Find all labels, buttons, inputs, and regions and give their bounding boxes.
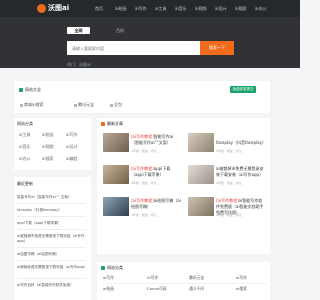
- category-link[interactable]: ai视频: [42, 144, 54, 150]
- sites-card: 网站分类: [97, 262, 270, 300]
- article-meta: 2年前 · 阅读 · 评论: [131, 149, 157, 153]
- latest-link[interactable]: ai被裁免费无需登录下载安装（ai写作app）: [17, 265, 88, 270]
- divider: [17, 278, 86, 279]
- nav-item-ai-search[interactable]: ai搜索: [235, 5, 247, 12]
- latest-title: 最近更新: [17, 181, 33, 186]
- tab-all[interactable]: 全网: [67, 27, 90, 34]
- search-input[interactable]: [67, 41, 200, 55]
- category-link[interactable]: ai绘画: [42, 132, 54, 138]
- nav-item-ai-video[interactable]: ai视频: [195, 5, 207, 12]
- article-thumbnail[interactable]: [188, 133, 214, 152]
- nav-item-home[interactable]: 首页: [95, 5, 103, 12]
- hot-word-link[interactable]: 沃图ai: [79, 62, 91, 67]
- category-link[interactable]: ai搜索: [42, 156, 54, 162]
- divider: [17, 229, 86, 230]
- category-link[interactable]: ai音乐: [19, 144, 31, 150]
- nav-item-ai-design[interactable]: ai设计: [215, 5, 227, 12]
- divider: [17, 203, 86, 204]
- article-title[interactable]: faceplay（抖音faceplay）: [216, 140, 266, 146]
- nav-item-ai-paint[interactable]: ai绘画: [115, 5, 127, 12]
- site-cell[interactable]: ai写作: [236, 275, 247, 281]
- article-meta: 2年前 · 阅读 · 评论: [216, 181, 242, 185]
- radio-option-1[interactable]: 商城ai搜索: [20, 102, 44, 108]
- divider: [17, 216, 86, 217]
- site-cell[interactable]: ai搜索: [236, 286, 247, 292]
- notice-title: 网站大全: [25, 87, 41, 92]
- site-cell[interactable]: ai写作: [103, 275, 114, 281]
- article-title[interactable]: ai被裁掉市免费无需登录安装下载安装（ai写作app）: [216, 166, 266, 178]
- article-thumbnail[interactable]: [188, 165, 214, 184]
- article-thumbnail[interactable]: [103, 197, 129, 216]
- latest-link[interactable]: 智能写作ai（智能写作ai”” 文案）: [17, 195, 71, 200]
- categories-title: 网站分类: [17, 121, 33, 126]
- latest-link[interactable]: ai写作百科（ai智能写作软件免费）: [17, 283, 74, 288]
- site-cell[interactable]: Canva可画: [147, 286, 167, 292]
- article-meta: 2年前 · 阅读 · 评论: [216, 149, 242, 153]
- radio-icon: [74, 103, 77, 107]
- submit-site-button[interactable]: 免费收录提交: [230, 86, 256, 93]
- category-link[interactable]: ai设计: [66, 144, 78, 150]
- hot-words: 热门：沃图ai: [67, 62, 91, 67]
- article-meta: 2年前 · 阅读 · 评论: [216, 213, 242, 217]
- article-list-icon: [101, 122, 105, 126]
- sites-title: 网站分类: [107, 265, 123, 270]
- radio-icon: [110, 103, 113, 107]
- article-meta: 2年前 · 阅读 · 评论: [131, 181, 157, 185]
- site-cell[interactable]: 通义千问: [189, 286, 204, 292]
- article-title[interactable]: [ai写作教程]智能写作ai（智能写作ai””文案）: [131, 134, 181, 146]
- radio-option-3[interactable]: 豆包: [110, 102, 122, 108]
- category-link[interactable]: ai工具: [19, 132, 31, 138]
- search-button[interactable]: 搜索一下: [200, 41, 234, 55]
- tab-baike[interactable]: 百科: [113, 27, 127, 34]
- articles-title: 最新文章: [107, 121, 123, 126]
- logo-icon[interactable]: [37, 4, 46, 13]
- nav-item-ai-music[interactable]: ai音乐: [175, 5, 187, 12]
- latest-link[interactable]: ai绘图写稿（ai绘图写稿）: [17, 252, 59, 257]
- radio-option-2[interactable]: 腾讯元宝: [74, 102, 94, 108]
- article-thumbnail[interactable]: [103, 133, 129, 152]
- hot-label: 热门：: [67, 62, 79, 67]
- divider: [17, 260, 86, 261]
- latest-link[interactable]: ai被裁掉市免费无需登录下载安装（ai写作app）: [17, 234, 86, 244]
- nav-item-ai-tools[interactable]: ai工具: [155, 5, 167, 12]
- globe-icon: [101, 266, 105, 270]
- article-thumbnail[interactable]: [188, 197, 214, 216]
- category-link[interactable]: ai编程: [66, 156, 78, 162]
- category-link[interactable]: ai写作: [66, 132, 78, 138]
- nav-item-ai-office[interactable]: ai办公: [255, 5, 267, 12]
- latest-link[interactable]: faceplay（抖音faceplay）: [17, 208, 62, 213]
- latest-link[interactable]: appi下载（appi下载苹果）: [17, 221, 61, 226]
- article-title[interactable]: [ai写作教程]appi下载（appi下载苹果）: [131, 166, 181, 178]
- article-title[interactable]: [ai写作教程]ai绘图写稿（ai绘图写稿）: [131, 198, 181, 210]
- globe-icon: [19, 88, 23, 92]
- category-link[interactable]: ai办公: [19, 156, 31, 162]
- site-cell[interactable]: 腾讯元宝: [189, 275, 204, 281]
- nav-item-ai-write[interactable]: ai写作: [135, 5, 147, 12]
- site-cell[interactable]: ai绘画: [103, 286, 114, 292]
- article-meta: 2年前 · 阅读 · 评论: [131, 213, 157, 217]
- divider: [17, 247, 86, 248]
- divider: [103, 283, 267, 284]
- radio-icon: [20, 103, 23, 107]
- article-thumbnail[interactable]: [103, 165, 129, 184]
- logo-text[interactable]: 沃图ai: [48, 3, 69, 14]
- site-cell[interactable]: AI写作: [147, 275, 158, 281]
- top-navbar: 沃图ai 首页 ai绘画 ai写作 ai工具 ai音乐 ai视频 ai设计 ai…: [0, 0, 300, 17]
